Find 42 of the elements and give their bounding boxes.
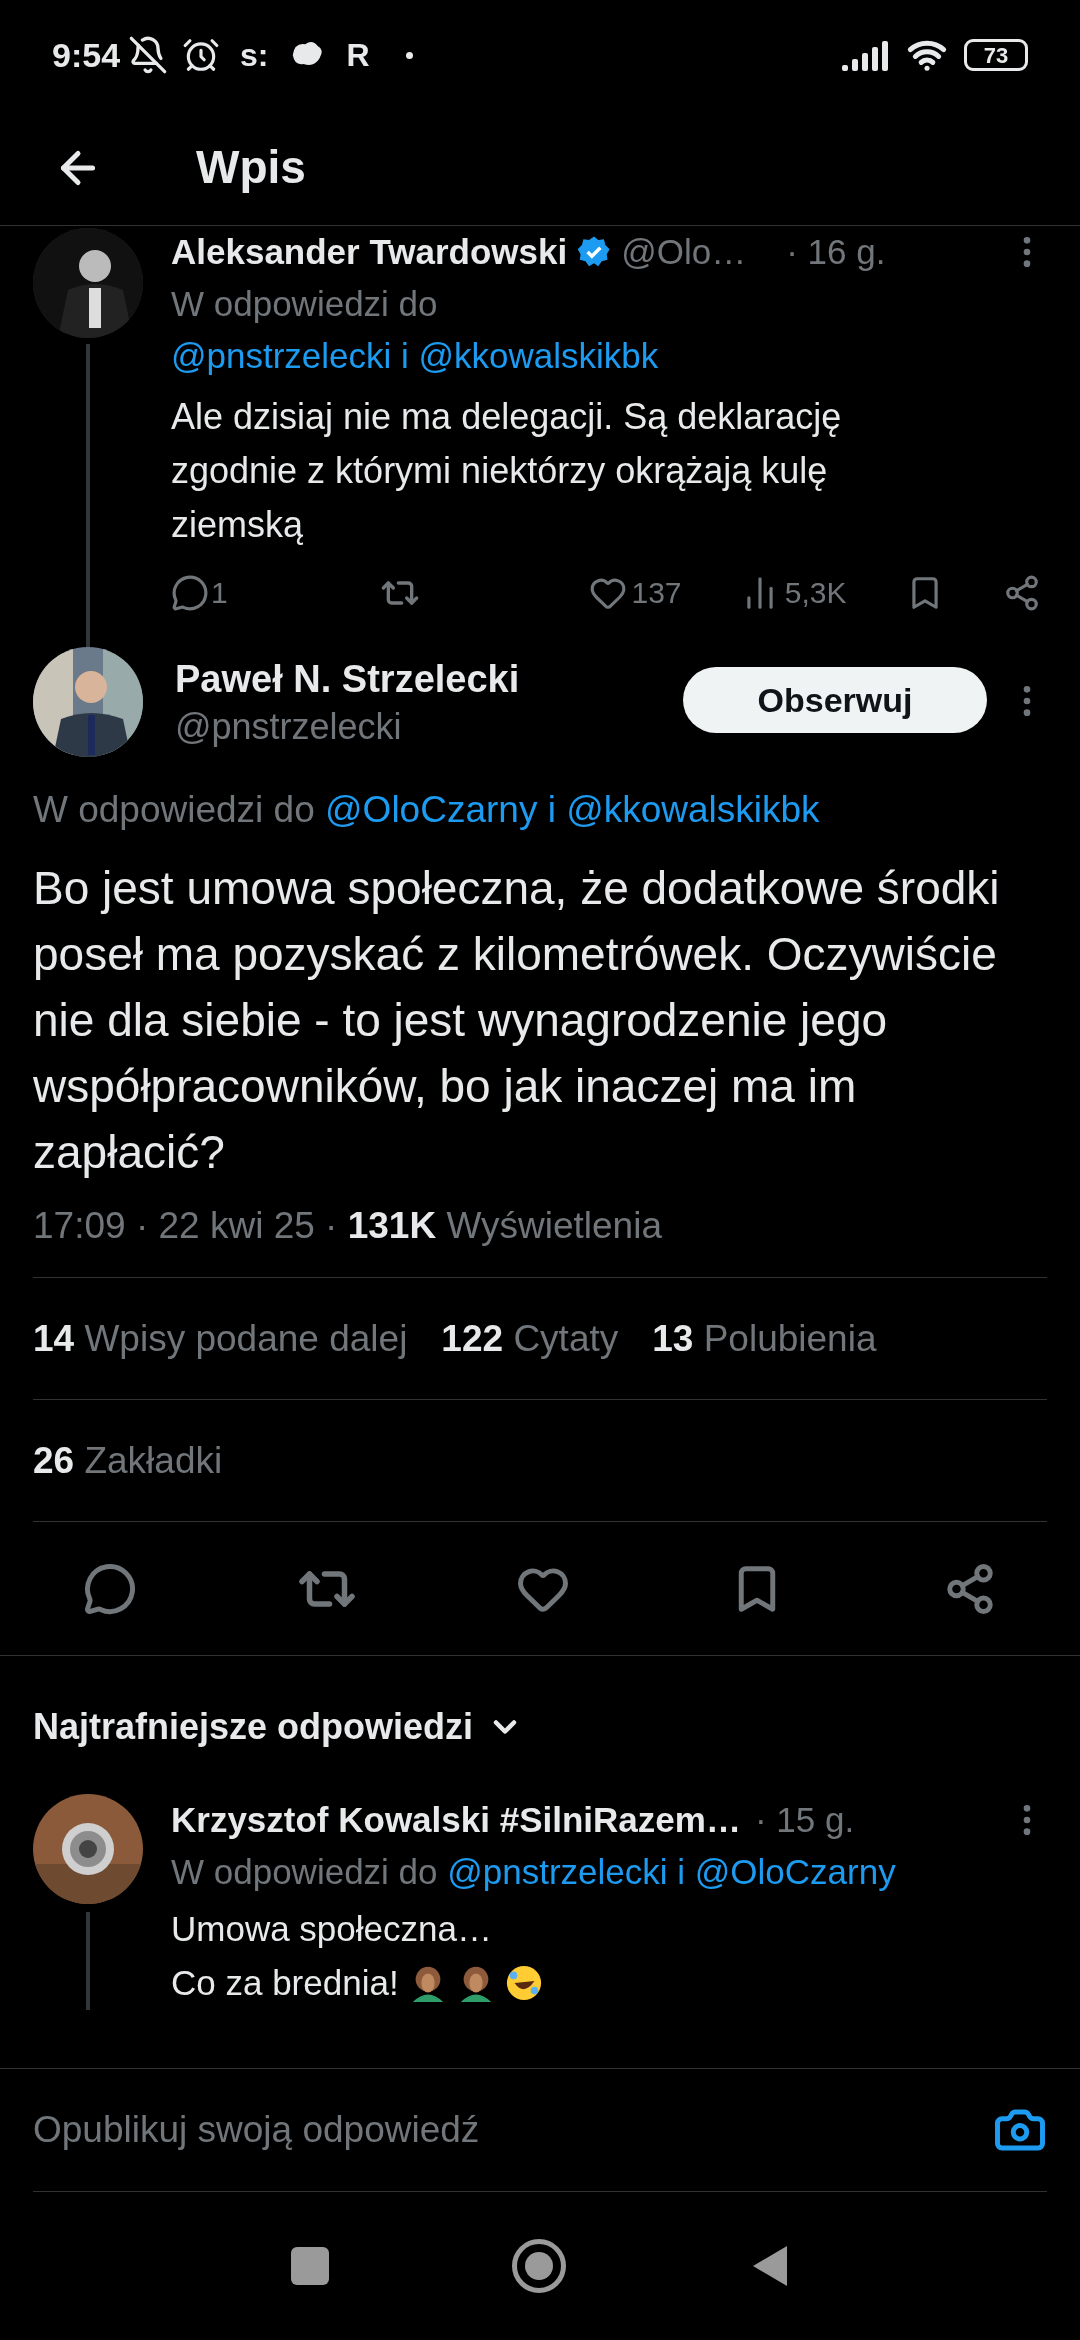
engagement-stat[interactable]: 14 Wpisy podane dalej [33, 1310, 408, 1367]
author-handle: @pnstrzelecki [175, 705, 403, 749]
notification-letter: s: [240, 36, 269, 75]
reply-to-text: W odpowiedzi do @pnstrzelecki i @OloCzarny [171, 1851, 897, 1893]
verified-badge-icon [577, 235, 612, 269]
author-name[interactable]: Aleksander Twardowski [171, 228, 568, 276]
post-time: · 15 g. [754, 1799, 855, 1841]
page-title: Wpis [196, 140, 306, 195]
recents-button[interactable] [291, 2247, 330, 2285]
post-meta: 17:09 · 22 kwi 25 · 131K Wyświetlenia [33, 1204, 663, 1248]
post-text: Ale dzisiaj nie ma delegacji. Są deklarację zgodnie z którymi niektórzy okrążają kulę ziemską [171, 395, 843, 547]
reply-input-field[interactable]: Opublikuj swoją odpowiedź [33, 2102, 993, 2158]
follow-button[interactable]: Obserwuj [683, 667, 987, 733]
clock-time: 9:54 [52, 34, 121, 76]
reply-text: Co za brednia! [171, 1961, 399, 2004]
sort-dropdown[interactable]: Najtrafniejsze odpowiedzi [33, 1700, 524, 1754]
reply-button[interactable]: 1 [171, 570, 321, 615]
author-name[interactable]: Krzysztof Kowalski #SilniRazem… [171, 1794, 741, 1846]
notification-letter: R [346, 36, 370, 75]
reply-button[interactable] [83, 1561, 137, 1616]
battery-icon: 73 [964, 39, 1028, 71]
reply-icon [171, 573, 209, 612]
laughing-emoji-icon [504, 1964, 543, 2002]
like-button[interactable]: 137 [589, 570, 682, 615]
post-text: Bo jest umowa społeczna, że dodatkowe środki poseł ma pozyskać z kilometrówek. Oczywiście nie dla siebie - to jest wynagrodzenie jego współpracowników, bo jak inaczej ma im zapłacić? [33, 861, 1001, 1180]
post-time: · 16 g. [786, 231, 886, 273]
views-button[interactable]: 5,3K [740, 570, 847, 615]
muted-bell-icon [128, 35, 169, 75]
mention-link[interactable]: @OloCzarny i @kkowalskikbk [325, 789, 820, 830]
author-name[interactable]: Paweł N. Strzelecki [175, 655, 683, 703]
mention-link[interactable]: @pnstrzelecki i @kkowalskikbk [171, 336, 659, 375]
home-button[interactable] [512, 2239, 566, 2293]
mention-link[interactable]: @pnstrzelecki i @OloCzarny [447, 1852, 896, 1891]
engagement-stat[interactable]: 122 Cytaty [441, 1310, 619, 1367]
reply-to-text: W odpowiedzi do @pnstrzelecki i @kkowalskikbk [171, 283, 660, 377]
engagement-stat[interactable]: 26 Zakładki [33, 1432, 223, 1489]
reply-to-text: W odpowiedzi do @OloCzarny i @kkowalskikbk [33, 788, 821, 832]
reply-text: Umowa społeczna… [171, 1907, 492, 1950]
signal-icon [842, 39, 890, 71]
engagement-stat[interactable]: 13 Polubienia [652, 1310, 877, 1367]
alarm-icon [182, 36, 221, 74]
author-handle: @Olo… [621, 231, 747, 273]
